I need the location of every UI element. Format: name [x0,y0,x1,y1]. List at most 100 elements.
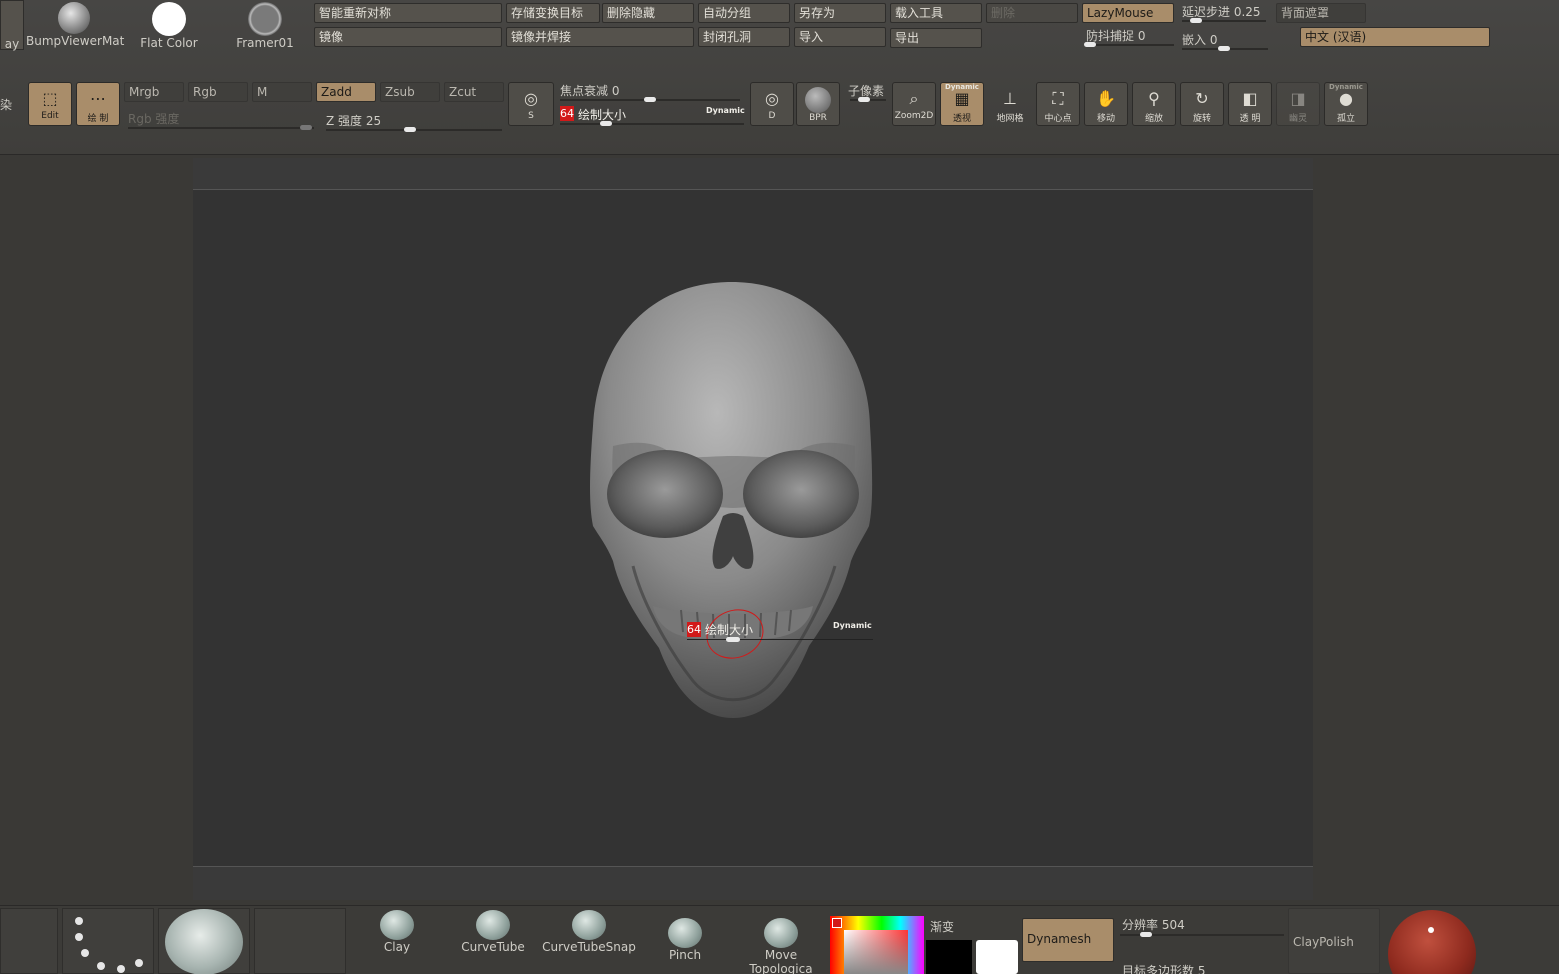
move-button[interactable]: ✋ 移动 [1084,82,1128,126]
auto-group-button[interactable]: 自动分组 [698,3,790,23]
zoom2d-button[interactable]: ⌕ Zoom2D [892,82,936,126]
pinch-brush-icon [668,918,702,948]
draw-size-slider[interactable] [560,121,744,126]
material-label: Framer01 [236,36,294,50]
cursor-dynamic-label: Dynamic [833,621,872,630]
smart-resym-button[interactable]: 智能重新对称 [314,3,502,23]
texture-slot[interactable] [254,908,346,974]
floor-grid-icon: ⊥ [1003,89,1017,108]
stroke-dots-slot[interactable] [62,908,154,974]
slider-knob[interactable] [858,97,870,102]
slider-knob[interactable] [1140,932,1152,937]
brush-curvetubesnap[interactable]: CurveTubeSnap [542,906,636,974]
zsub-button[interactable]: Zsub [380,82,440,102]
focal-shift-slider[interactable] [560,97,740,102]
mirror-button[interactable]: 镜像 [314,27,502,47]
anti-jitter-slider[interactable] [1084,42,1174,47]
export-button[interactable]: 导出 [890,28,982,48]
material-sphere-icon [57,2,90,34]
zadd-button[interactable]: Zadd [316,82,376,102]
backface-mask-button[interactable]: 背面遮罩 [1276,3,1366,23]
center-point-icon: ⛶ [1052,89,1064,108]
secondary-color-swatch[interactable] [926,940,972,974]
slider-knob[interactable] [1084,42,1096,47]
stroke-slot[interactable] [0,908,58,974]
cursor-size-label: 绘制大小 [705,623,754,637]
floor-grid-button[interactable]: ⊥ 地网格 [988,82,1032,126]
scale-icon: ⚲ [1148,89,1160,108]
bpr-button[interactable]: BPR [796,82,840,126]
z-strength-slider[interactable] [326,127,502,132]
material-label: ay [4,37,20,51]
alpha-slot[interactable] [158,908,250,974]
rgb-button[interactable]: Rgb [188,82,248,102]
flat-sphere-icon [152,2,186,36]
slider-knob[interactable] [1218,46,1230,51]
color-picker-hue[interactable] [830,916,924,974]
rgb-strength-slider[interactable] [128,125,314,130]
rotate-button[interactable]: ↻ 旋转 [1180,82,1224,126]
language-button[interactable]: 中文 (汉语) [1300,27,1490,47]
delete-hidden-button[interactable]: 删除隐藏 [602,3,694,23]
import-button[interactable]: 导入 [794,27,886,47]
document-canvas[interactable]: 64 绘制大小 Dynamic [193,158,1313,900]
subpixel-slider[interactable] [850,97,886,102]
s-button[interactable]: ◎ S [508,82,554,126]
slider-knob[interactable] [644,97,656,102]
main-color-swatch[interactable] [976,940,1018,974]
dots-stroke-icon [75,917,143,973]
brush-curvetube[interactable]: CurveTube [446,906,540,974]
store-morph-button[interactable]: 存储变换目标 [506,3,600,23]
color-marker [832,918,842,928]
slider-knob[interactable] [300,125,312,130]
brush-move-topological[interactable]: Move Topologica [734,906,828,974]
zcut-button[interactable]: Zcut [444,82,504,102]
brush-pinch[interactable]: Pinch [638,906,732,974]
cursor-size-value: 64 [687,622,701,637]
transparent-button[interactable]: ◧ 透 明 [1228,82,1272,126]
load-tool-button[interactable]: 载入工具 [890,3,982,23]
sculptris-d-icon: ◎ [765,89,779,108]
z-strength-label: Z 强度 25 [326,114,382,128]
brush-clay[interactable]: Clay [350,906,444,974]
material-label: Flat Color [140,36,198,50]
lazymouse-button[interactable]: LazyMouse [1082,3,1174,23]
close-holes-button[interactable]: 封闭孔洞 [698,27,790,47]
mrgb-button[interactable]: Mrgb [124,82,184,102]
dynamic-toggle[interactable]: Dynamic [706,106,745,115]
sculptris-s-icon: ◎ [524,89,538,108]
perspective-button[interactable]: Dynamic ▦ 透视 [940,82,984,126]
material-flat-color[interactable]: Flat Color [122,0,216,50]
resolution-slider[interactable] [1120,932,1284,937]
delete-button[interactable]: 删除 [986,3,1078,23]
center-point-button[interactable]: ⛶ 中心点 [1036,82,1080,126]
save-as-button[interactable]: 另存为 [794,3,886,23]
dynamesh-button[interactable]: Dynamesh [1022,918,1114,962]
material-slot-partial[interactable]: ay [0,0,24,51]
slider-knob[interactable] [404,127,416,132]
zoom2d-icon: ⌕ [909,89,919,108]
m-button[interactable]: M [252,82,312,102]
d-button[interactable]: ◎ D [750,82,794,126]
lazy-step-slider[interactable] [1182,18,1266,23]
draw-button[interactable]: ⋯ 绘 制 [76,82,120,126]
material-framer[interactable]: Framer01 [218,0,312,50]
cut-off-label: 染 [0,98,13,112]
slider-knob[interactable] [1190,18,1202,23]
cursor-size-slider[interactable] [687,639,873,640]
mirror-weld-button[interactable]: 镜像并焊接 [506,27,694,47]
scale-button[interactable]: ⚲ 缩放 [1132,82,1176,126]
edit-button[interactable]: ⬚ Edit [28,82,72,126]
move-topological-brush-icon [764,918,798,948]
material-bumpviewer[interactable]: BumpViewerMat [26,0,124,50]
cursor-slider-knob[interactable] [726,637,740,642]
claypolish-button[interactable]: ClayPolish [1288,908,1380,974]
slider-knob[interactable] [600,121,612,126]
edit-icon: ⬚ [42,89,58,108]
embed-slider[interactable] [1182,46,1268,51]
transparent-icon: ◧ [1242,89,1258,108]
color-picker-square[interactable] [844,930,908,974]
swirl-alpha-icon [165,909,243,974]
solo-button[interactable]: Dynamic ● 孤立 [1324,82,1368,126]
ghost-button[interactable]: ◨ 幽灵 [1276,82,1320,126]
